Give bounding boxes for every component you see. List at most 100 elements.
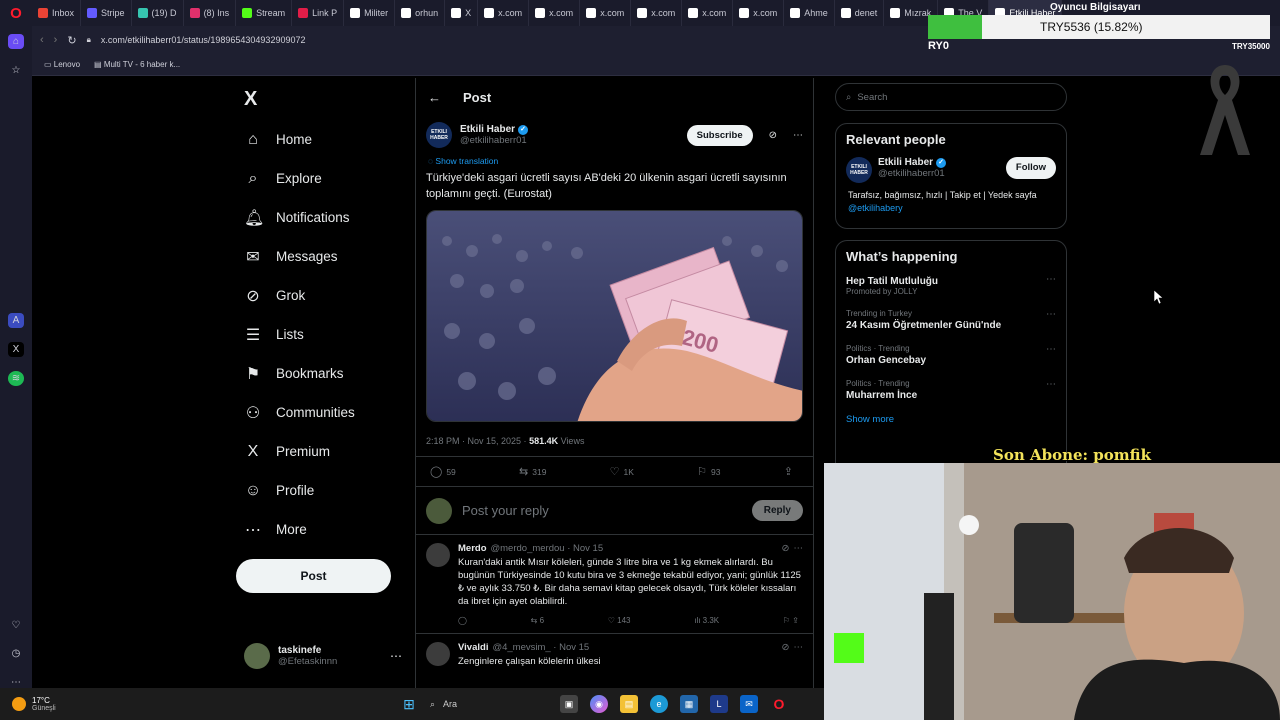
taskbar-search[interactable]: ⌕ Ara xyxy=(430,699,560,710)
avatar[interactable]: ETKILI HABER xyxy=(846,157,872,183)
task-view-icon[interactable]: ▣ xyxy=(560,695,578,713)
bookmark-action[interactable]: ⚐ 93 xyxy=(697,465,720,478)
browser-tab[interactable]: x.com xyxy=(682,0,734,26)
browser-tab[interactable]: x.com xyxy=(580,0,632,26)
post-image[interactable]: 200 xyxy=(426,210,803,422)
trend-item[interactable]: Politics · Trending Muharrem İnce ⋯ xyxy=(846,379,1056,401)
more-icon[interactable]: ⋯ xyxy=(1046,274,1056,296)
avatar[interactable] xyxy=(426,543,450,567)
back-arrow-icon[interactable]: ‹ xyxy=(40,34,44,46)
grok-icon[interactable]: ⊘ xyxy=(782,543,790,554)
bookmark-icon[interactable]: ⚐ ⇪ xyxy=(783,616,799,625)
show-translation-link[interactable]: ◌ Show translation xyxy=(416,156,813,166)
more-icon[interactable]: ⋯ xyxy=(390,649,402,663)
nav-item-notifications[interactable]: 🔔︎ Notifications xyxy=(244,198,355,237)
spotify-icon[interactable]: ≋ xyxy=(8,370,24,386)
mail-icon[interactable]: ✉ xyxy=(740,695,758,713)
reply-author[interactable]: Merdo xyxy=(458,543,487,554)
browser-tab[interactable]: Stripe xyxy=(81,0,132,26)
nav-item-bookmarks[interactable]: ⚑ Bookmarks xyxy=(244,354,355,393)
bookmark-lenovo[interactable]: ▭ Lenovo xyxy=(44,60,80,69)
more-icon[interactable]: ⋯ xyxy=(1046,344,1056,366)
reply-item[interactable]: Merdo @merdo_merdou · Nov 15 ⊘ ⋯ Kuran'daki… xyxy=(416,535,813,634)
lenovo-icon[interactable]: L xyxy=(710,695,728,713)
like-action[interactable]: ♡ 1K xyxy=(610,465,634,478)
follow-button[interactable]: Follow xyxy=(1005,157,1056,179)
browser-tab[interactable]: (8) Ins xyxy=(184,0,237,26)
show-more-link[interactable]: Show more xyxy=(846,414,1056,425)
browser-tab[interactable]: x.com xyxy=(733,0,785,26)
reply-button[interactable]: Reply xyxy=(751,500,803,521)
heart-icon[interactable]: ♡ 143 xyxy=(608,616,631,625)
share-action[interactable]: ⇪ xyxy=(784,465,793,478)
grok-icon[interactable]: ⊘ xyxy=(782,642,790,653)
weather-widget[interactable]: 17°C Güneşli xyxy=(0,696,400,712)
repost-icon[interactable]: ⇆ 6 xyxy=(531,616,544,625)
subscribe-button[interactable]: Subscribe xyxy=(686,124,753,146)
reload-icon[interactable]: ↻ xyxy=(67,34,76,47)
copilot-icon[interactable]: ◉ xyxy=(590,695,608,713)
account-switcher[interactable]: taskinefe @Efetaskinnn ⋯ xyxy=(244,643,402,669)
forward-arrow-icon[interactable]: › xyxy=(54,34,58,46)
browser-tab[interactable]: Stream xyxy=(236,0,293,26)
x-app-icon[interactable]: X xyxy=(8,342,24,357)
relevant-person[interactable]: ETKILI HABER Etkili Haber ✓ @etkilihaberr… xyxy=(846,157,1056,183)
repost-action[interactable]: ⇆ 319 xyxy=(519,465,546,478)
nav-item-premium[interactable]: X Premium xyxy=(244,432,355,471)
avatar[interactable] xyxy=(426,642,450,666)
browser-tab[interactable]: orhun xyxy=(395,0,446,26)
browser-tab[interactable]: x.com xyxy=(478,0,530,26)
more-icon[interactable]: ⋯ xyxy=(794,642,804,653)
more-icon[interactable]: ⋯ xyxy=(794,543,804,554)
heart-icon[interactable]: ♡ xyxy=(8,618,24,633)
browser-tab[interactable]: x.com xyxy=(529,0,581,26)
browser-tab[interactable]: (19) D xyxy=(132,0,184,26)
history-icon[interactable]: ◷ xyxy=(8,647,24,662)
browser-tab[interactable]: Inbox xyxy=(32,0,82,26)
bio-link[interactable]: @etkilihabery xyxy=(848,203,903,213)
reply-item[interactable]: Vivaldi @4_mevsim_ · Nov 15 ⊘ ⋯ Zenginlere … xyxy=(416,634,813,676)
aria-icon[interactable]: A xyxy=(8,313,24,329)
more-icon[interactable]: ⋯ xyxy=(793,130,803,141)
star-icon[interactable]: ☆ xyxy=(8,63,24,78)
bookmark-multitv[interactable]: ▤ Multi TV - 6 haber k... xyxy=(94,60,180,69)
nav-item-home[interactable]: ⌂ Home xyxy=(244,120,355,159)
more-icon[interactable]: ⋯ xyxy=(1046,379,1056,401)
browser-tab[interactable]: Militer xyxy=(344,0,396,26)
trend-item[interactable]: Trending in Turkey 24 Kasım Öğretmenler G… xyxy=(846,309,1056,331)
edge-icon[interactable]: e xyxy=(650,695,668,713)
browser-tab[interactable]: x.com xyxy=(631,0,683,26)
grok-icon[interactable]: ⊘ xyxy=(769,130,777,141)
reply-input[interactable]: Post your reply xyxy=(462,503,549,518)
browser-tab[interactable]: Link P xyxy=(292,0,345,26)
author-name-row[interactable]: Etkili Haber ✓ xyxy=(460,124,529,135)
file-explorer-icon[interactable]: ▤ xyxy=(620,695,638,713)
nav-item-explore[interactable]: ⌕ Explore xyxy=(244,159,355,198)
home-icon[interactable]: ⌂ xyxy=(8,34,24,49)
nav-item-profile[interactable]: ☺ Profile xyxy=(244,471,355,510)
search-input[interactable]: ⌕ Search xyxy=(835,83,1067,111)
browser-tab[interactable]: X xyxy=(445,0,479,26)
post-button[interactable]: Post xyxy=(236,559,391,593)
opera-logo-icon[interactable]: O xyxy=(0,0,32,26)
more-icon[interactable]: ⋯ xyxy=(1046,309,1056,331)
reply-icon[interactable]: ◯ xyxy=(458,616,467,625)
windows-start-icon[interactable]: ⊞ xyxy=(400,695,418,713)
nav-item-more[interactable]: ⋯ More xyxy=(244,510,355,549)
store-icon[interactable]: ▦ xyxy=(680,695,698,713)
nav-item-lists[interactable]: ☰ Lists xyxy=(244,315,355,354)
reply-action[interactable]: ◯ 59 xyxy=(430,465,456,478)
browser-tab[interactable]: Ahme xyxy=(784,0,835,26)
trend-item[interactable]: Hep Tatil Mutluluğu Promoted by JOLLY ⋯ xyxy=(846,274,1056,296)
x-logo-icon[interactable]: X xyxy=(244,88,257,111)
url-field[interactable]: x.com/etkilihaberr01/status/198965430493… xyxy=(101,35,306,45)
reply-author[interactable]: Vivaldi xyxy=(458,642,488,653)
browser-tab[interactable]: denet xyxy=(835,0,885,26)
back-arrow-icon[interactable]: ← xyxy=(428,90,441,105)
nav-item-messages[interactable]: ✉ Messages xyxy=(244,237,355,276)
opera-icon[interactable]: O xyxy=(770,695,788,713)
trend-item[interactable]: Politics · Trending Orhan Gencebay ⋯ xyxy=(846,344,1056,366)
avatar[interactable]: ETKILI HABER xyxy=(426,122,452,148)
nav-item-communities[interactable]: ⚇ Communities xyxy=(244,393,355,432)
nav-item-grok[interactable]: ⊘ Grok xyxy=(244,276,355,315)
